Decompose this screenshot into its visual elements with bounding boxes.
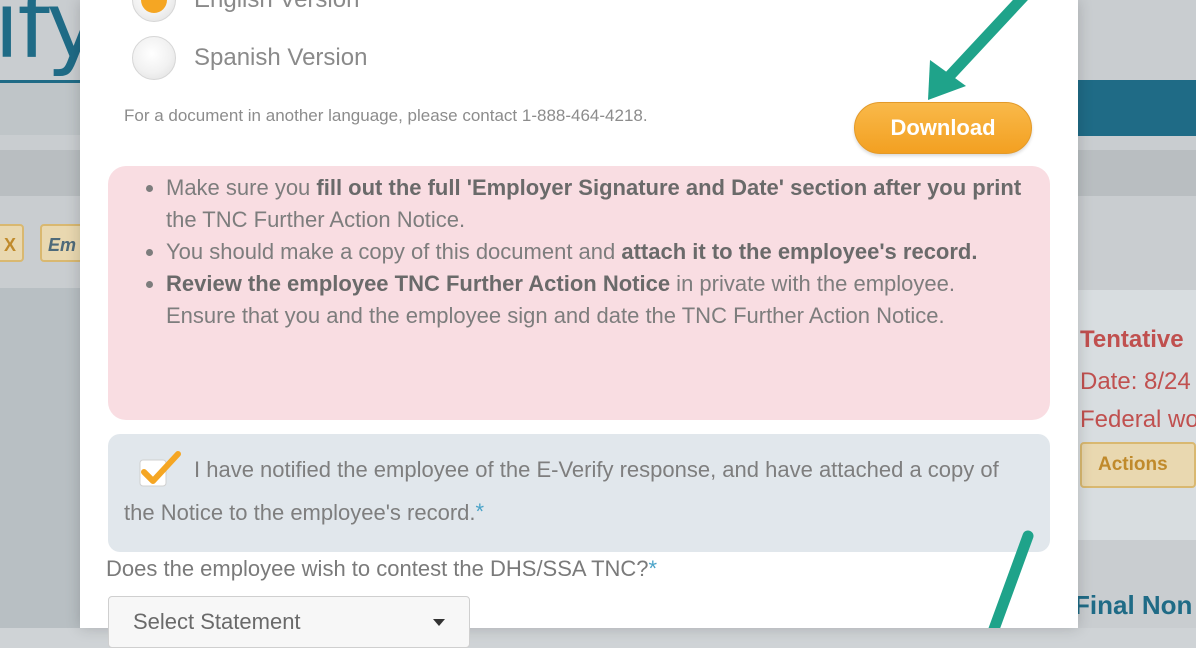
dropdown-caret-icon xyxy=(433,619,445,626)
instruction-item: You should make a copy of this document … xyxy=(166,236,1026,268)
english-radio-label[interactable]: English Version xyxy=(194,0,359,14)
contest-question-label: Does the employee wish to contest the DH… xyxy=(106,556,658,581)
acknowledgement-box: I have notified the employee of the E-Ve… xyxy=(108,434,1050,552)
final-nonconfirmation-label: Final Non xyxy=(1074,590,1193,620)
annotation-arrow-icon xyxy=(988,530,1034,628)
other-language-contact-note: For a document in another language, plea… xyxy=(124,106,648,125)
actions-button[interactable]: Actions xyxy=(1080,442,1196,488)
case-status-label: Tentative xyxy=(1080,326,1184,353)
instruction-item: Make sure you fill out the full 'Employe… xyxy=(166,172,1026,236)
filter-tag-remove[interactable]: X xyxy=(0,224,24,262)
background-stripe xyxy=(1078,150,1196,196)
background-panel xyxy=(0,288,82,628)
required-asterisk: * xyxy=(475,499,485,525)
spanish-radio[interactable] xyxy=(132,36,176,80)
acknowledgement-text: I have notified the employee of the E-Ve… xyxy=(124,457,999,526)
instruction-item: Review the employee TNC Further Action N… xyxy=(166,268,1026,332)
background-nav-band xyxy=(1078,80,1196,136)
language-option-spanish[interactable]: Spanish Version xyxy=(132,36,367,80)
annotation-arrow-icon xyxy=(928,0,1028,100)
checkmark-icon xyxy=(139,451,181,487)
required-asterisk: * xyxy=(648,556,658,581)
background-header-band xyxy=(0,80,82,135)
case-detail-label: Federal wo xyxy=(1080,406,1196,433)
select-value: Select Statement xyxy=(133,609,301,634)
spanish-radio-label[interactable]: Spanish Version xyxy=(194,44,367,72)
acknowledgement-checkbox[interactable] xyxy=(138,450,182,490)
contest-statement-select[interactable]: Select Statement xyxy=(108,596,470,648)
case-date-label: Date: 8/24 xyxy=(1080,368,1191,395)
background-stripe xyxy=(0,150,82,196)
language-option-english[interactable]: English Version xyxy=(132,0,359,22)
instructions-list: Make sure you fill out the full 'Employe… xyxy=(142,172,1026,332)
english-radio[interactable] xyxy=(132,0,176,22)
instructions-notice-box: Make sure you fill out the full 'Employe… xyxy=(108,166,1050,420)
